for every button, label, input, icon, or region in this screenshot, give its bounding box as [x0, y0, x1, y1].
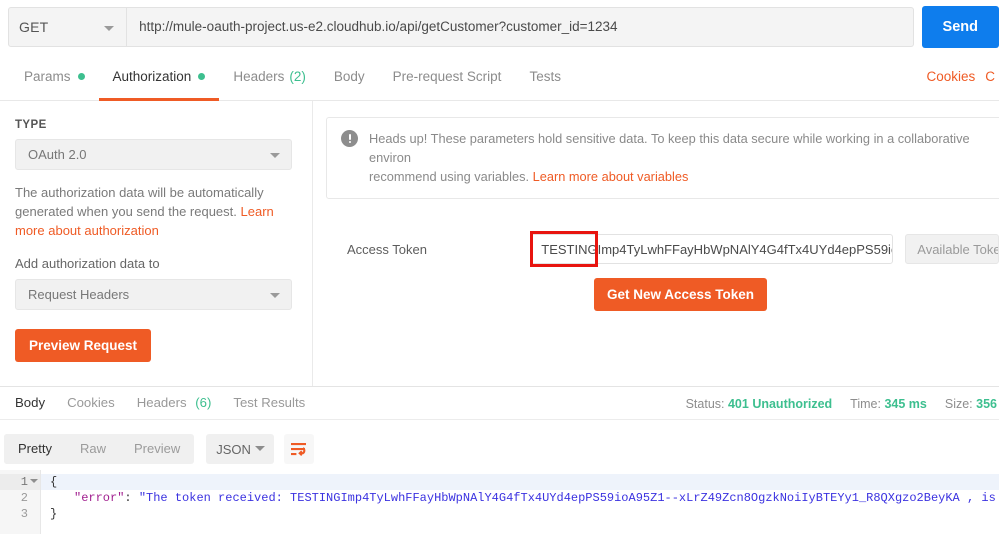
- tab-params-label: Params: [24, 69, 71, 84]
- response-meta: Status: 401 Unauthorized Time: 345 ms Si…: [686, 387, 999, 420]
- tab-headers-label: Headers: [233, 69, 285, 84]
- authorization-left-panel: TYPE OAuth 2.0 The authorization data wi…: [0, 101, 313, 386]
- code-line-3-text: }: [50, 507, 58, 521]
- code-link[interactable]: C: [985, 69, 995, 84]
- status-badge: 401 Unauthorized: [727, 396, 833, 411]
- tab-tests[interactable]: Tests: [515, 55, 575, 101]
- postman-window: GET http://mule-oauth-project.us-e2.clou…: [0, 0, 999, 534]
- size-label: Size:: [944, 396, 973, 411]
- tab-body-label: Body: [333, 69, 365, 84]
- chevron-down-icon: [255, 446, 266, 451]
- learn-more-variables-link[interactable]: Learn more about variables: [533, 169, 689, 184]
- available-tokens-value: Available Tokens: [917, 241, 998, 257]
- status-label: Status:: [685, 396, 725, 411]
- response-tab-body[interactable]: Body: [4, 387, 56, 419]
- tab-authorization[interactable]: Authorization: [98, 55, 220, 101]
- authorization-status-dot: [198, 73, 206, 80]
- response-view-mode-group: Pretty Raw Preview: [4, 434, 195, 464]
- tab-body[interactable]: Body: [320, 55, 379, 101]
- chevron-down-icon: [270, 153, 280, 158]
- request-url-input[interactable]: http://mule-oauth-project.us-e2.cloudhub…: [127, 6, 914, 47]
- auth-type-label: TYPE: [15, 119, 47, 131]
- time-value: 345 ms: [884, 396, 927, 411]
- size-value: 356: [976, 396, 997, 411]
- auth-help-sentence: The authorization data will be automatic…: [15, 185, 264, 219]
- gutter-line-3: 3: [20, 507, 28, 521]
- chevron-down-icon: [104, 25, 115, 31]
- response-language-value: JSON: [216, 441, 251, 457]
- access-token-row: Access Token TESTINGImp4TyLwhFFayHbWpNAl…: [326, 231, 999, 267]
- http-method-select[interactable]: GET: [8, 6, 128, 47]
- add-auth-data-value: Request Headers: [28, 287, 130, 302]
- code-line-2-sep: :: [124, 491, 139, 505]
- size-group: Size: 356: [945, 397, 997, 411]
- get-new-access-token-button[interactable]: Get New Access Token: [594, 278, 768, 311]
- send-button[interactable]: Send: [921, 5, 999, 48]
- tab-pre-request-script-label: Pre-request Script: [392, 69, 502, 84]
- view-mode-raw[interactable]: Raw: [66, 434, 120, 464]
- code-line-2: "error": "The token received: TESTINGImp…: [41, 490, 999, 506]
- gutter-line-1-number: 1: [20, 475, 28, 489]
- gutter-line-1: 1: [0, 474, 40, 490]
- tab-tests-label: Tests: [529, 69, 561, 84]
- notice-line-1: Heads up! These parameters hold sensitiv…: [369, 131, 970, 165]
- response-tab-cookies[interactable]: Cookies: [56, 387, 126, 419]
- access-token-input[interactable]: TESTINGImp4TyLwhFFayHbWpNAlY4G4fTx4UYd4e…: [530, 234, 894, 264]
- code-line-1: {: [41, 474, 999, 490]
- time-label: Time:: [850, 396, 881, 411]
- params-status-dot: [77, 73, 85, 80]
- editor-lines: { "error": "The token received: TESTINGI…: [41, 470, 999, 534]
- request-tabs: Params Authorization Headers (2) Body Pr…: [0, 53, 999, 101]
- status-group: Status: 401 Unauthorized: [686, 397, 833, 411]
- gutter-line-2: 2: [20, 491, 28, 505]
- code-line-3: }: [41, 506, 999, 522]
- view-mode-pretty[interactable]: Pretty: [4, 434, 66, 464]
- access-token-label: Access Token: [347, 241, 427, 257]
- view-mode-preview[interactable]: Preview: [120, 434, 194, 464]
- word-wrap-icon: [291, 442, 307, 456]
- tab-authorization-label: Authorization: [112, 69, 192, 84]
- notice-line-2: recommend using variables.: [369, 169, 533, 184]
- code-line-1-text: {: [50, 475, 58, 489]
- response-tab-headers-count: (6): [195, 395, 212, 410]
- editor-gutter: 1 2 3: [0, 470, 41, 534]
- auth-help-text: The authorization data will be automatic…: [15, 183, 292, 240]
- response-body-editor[interactable]: 1 2 3 { "error": "The token received: TE…: [0, 470, 999, 534]
- available-tokens-select[interactable]: Available Tokens: [905, 234, 999, 264]
- chevron-down-icon: [270, 293, 280, 298]
- response-tab-cookies-label: Cookies: [67, 395, 115, 410]
- tab-params[interactable]: Params: [10, 55, 99, 101]
- add-auth-data-label: Add authorization data to: [15, 256, 160, 271]
- word-wrap-toggle[interactable]: [284, 434, 315, 464]
- access-token-field-wrap: TESTINGImp4TyLwhFFayHbWpNAlY4G4fTx4UYd4e…: [530, 231, 894, 267]
- time-group: Time: 345 ms: [850, 397, 927, 411]
- response-format-toolbar: Pretty Raw Preview JSON: [0, 428, 999, 470]
- sensitive-data-notice: Heads up! These parameters hold sensitiv…: [326, 117, 999, 199]
- authorization-right-panel: Heads up! These parameters hold sensitiv…: [314, 101, 999, 386]
- tab-headers[interactable]: Headers (2): [219, 55, 320, 101]
- auth-type-select[interactable]: OAuth 2.0: [15, 139, 292, 170]
- sensitive-data-notice-text: Heads up! These parameters hold sensitiv…: [369, 129, 999, 186]
- preview-request-button[interactable]: Preview Request: [15, 329, 152, 362]
- tab-pre-request-script[interactable]: Pre-request Script: [379, 55, 516, 101]
- tab-headers-count: (2): [289, 69, 306, 84]
- code-line-2-value: "The token received: TESTINGImp4TyLwhFFa…: [138, 491, 999, 505]
- response-tab-test-results[interactable]: Test Results: [222, 387, 316, 419]
- code-line-2-key: "error": [74, 491, 125, 505]
- auth-type-value: OAuth 2.0: [28, 147, 87, 162]
- response-tab-headers[interactable]: Headers (6): [126, 387, 223, 419]
- response-tab-test-results-label: Test Results: [233, 395, 306, 410]
- cookies-link[interactable]: Cookies: [926, 69, 975, 84]
- add-auth-data-select[interactable]: Request Headers: [15, 279, 292, 310]
- request-tabs-right-actions: Cookies C: [926, 53, 999, 99]
- warning-icon: [341, 130, 358, 147]
- response-tab-body-label: Body: [15, 395, 46, 410]
- response-language-select[interactable]: JSON: [206, 434, 275, 464]
- request-url-bar: GET http://mule-oauth-project.us-e2.clou…: [0, 0, 999, 53]
- fold-triangle-icon[interactable]: [30, 479, 38, 483]
- response-tab-headers-label: Headers: [136, 395, 187, 410]
- http-method-value: GET: [19, 18, 49, 35]
